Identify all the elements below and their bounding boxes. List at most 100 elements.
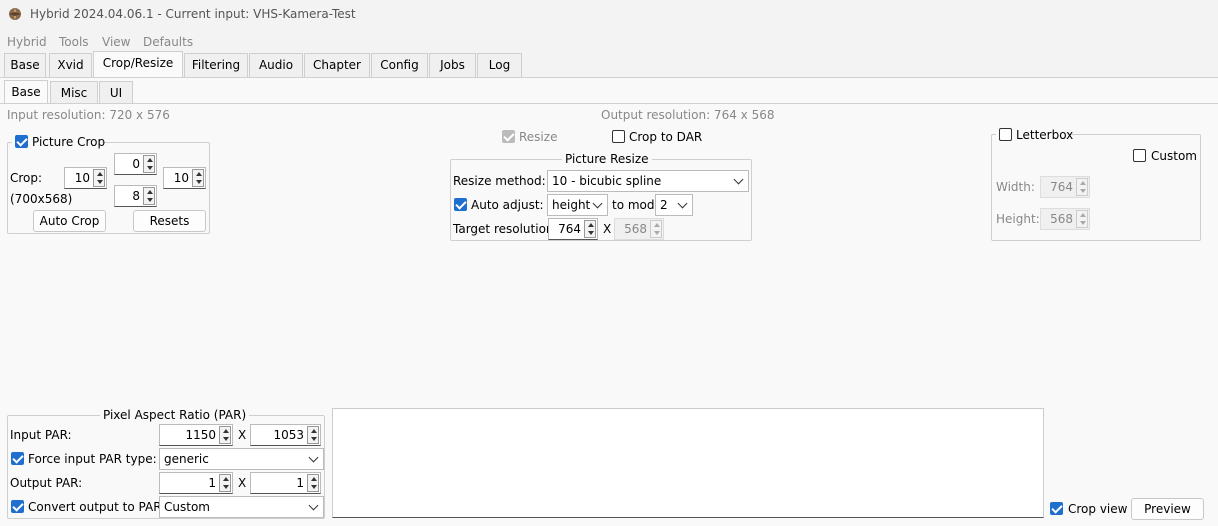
crop-bottom-spinbox[interactable]: 8	[114, 185, 157, 207]
input-par-x-label: X	[238, 428, 247, 442]
crop-label: Crop:	[10, 171, 43, 185]
menu-view[interactable]: View	[102, 35, 130, 49]
chevron-down-icon	[592, 198, 603, 209]
spin-arrows-icon[interactable]	[143, 155, 155, 173]
convert-par-checkbox[interactable]	[11, 500, 24, 513]
letterbox-label: Letterbox	[1016, 128, 1074, 142]
output-resolution: Output resolution: 764 x 568	[601, 108, 775, 122]
output-par-height-spinbox[interactable]: 1	[250, 472, 321, 494]
input-par-width-spinbox[interactable]: 1150	[159, 424, 233, 446]
subtab-misc[interactable]: Misc	[50, 81, 98, 103]
crop-top-spinbox[interactable]: 0	[114, 153, 157, 175]
spin-arrows-icon[interactable]	[219, 474, 231, 492]
letterbox-custom-label: Custom	[1151, 149, 1197, 163]
auto-adjust-select[interactable]: height	[547, 194, 608, 216]
crop-right-spinbox[interactable]: 10	[163, 167, 206, 189]
force-par-select[interactable]: generic	[159, 448, 324, 470]
spin-arrows-icon[interactable]	[192, 169, 204, 187]
crop-view-label: Crop view	[1068, 502, 1128, 516]
crop-top-value: 0	[132, 157, 140, 171]
menu-defaults[interactable]: Defaults	[143, 35, 193, 49]
subtab-base[interactable]: Base	[4, 80, 48, 103]
spin-arrows-icon[interactable]	[219, 426, 231, 444]
convert-par-value: Custom	[164, 500, 210, 514]
crop-view-checkbox[interactable]	[1050, 502, 1063, 515]
tab-chapter[interactable]: Chapter	[304, 53, 370, 77]
crop-size-label: (700x568)	[10, 192, 73, 206]
crop-to-dar-checkbox[interactable]	[612, 130, 625, 143]
sub-tab-bar: Base Misc UI	[4, 80, 144, 104]
output-par-x-label: X	[238, 476, 247, 490]
spin-arrows-icon[interactable]	[93, 169, 105, 187]
letterbox-checkbox[interactable]	[999, 128, 1012, 141]
chevron-down-icon	[733, 174, 744, 185]
crop-left-spinbox[interactable]: 10	[64, 167, 107, 189]
spin-arrows-icon[interactable]	[1076, 210, 1088, 228]
letterbox-height-spinbox[interactable]: 568	[1040, 208, 1090, 230]
force-par-value: generic	[164, 452, 209, 466]
tab-audio[interactable]: Audio	[249, 53, 303, 77]
sub-tab-divider	[0, 103, 1218, 104]
subtab-ui[interactable]: UI	[99, 81, 133, 103]
tab-base[interactable]: Base	[4, 53, 46, 77]
preview-button[interactable]: Preview	[1131, 498, 1204, 520]
auto-adjust-value: height	[552, 198, 591, 212]
resets-button[interactable]: Resets	[133, 210, 206, 232]
resize-checkbox[interactable]	[502, 130, 515, 143]
input-resolution: Input resolution: 720 x 576	[7, 108, 170, 122]
tab-filtering[interactable]: Filtering	[184, 53, 248, 77]
chevron-down-icon	[677, 198, 688, 209]
window-title: Hybrid 2024.04.06.1 - Current input: VHS…	[30, 7, 356, 21]
mod-select[interactable]: 2	[655, 194, 693, 216]
spin-arrows-icon[interactable]	[143, 187, 155, 205]
menu-hybrid[interactable]: Hybrid	[7, 35, 47, 49]
spin-arrows-icon[interactable]	[584, 220, 596, 238]
convert-par-select[interactable]: Custom	[159, 496, 324, 518]
tab-jobs[interactable]: Jobs	[429, 53, 476, 77]
output-par-label: Output PAR:	[10, 476, 83, 490]
resize-label: Resize	[519, 130, 558, 144]
target-height-value: 568	[624, 222, 647, 236]
output-par-width-value: 1	[208, 476, 216, 490]
force-par-checkbox[interactable]	[11, 452, 24, 465]
target-resolution-label: Target resolution:	[453, 222, 558, 236]
input-par-height-value: 1053	[273, 428, 304, 442]
title-bar: Hybrid 2024.04.06.1 - Current input: VHS…	[0, 0, 1218, 30]
spin-arrows-icon[interactable]	[307, 474, 319, 492]
input-par-height-spinbox[interactable]: 1053	[250, 424, 321, 446]
target-height-spinbox[interactable]: 568	[614, 218, 664, 240]
auto-crop-button[interactable]: Auto Crop	[33, 210, 106, 232]
resize-method-select[interactable]: 10 - bicubic spline	[547, 170, 749, 192]
crop-right-value: 10	[173, 171, 189, 185]
auto-adjust-checkbox[interactable]	[454, 198, 467, 211]
resize-method-label: Resize method:	[453, 174, 546, 188]
tab-log[interactable]: Log	[477, 53, 522, 77]
chevron-down-icon	[308, 500, 319, 511]
input-par-width-value: 1150	[185, 428, 216, 442]
spin-arrows-icon[interactable]	[650, 220, 662, 238]
target-width-spinbox[interactable]: 764	[548, 218, 598, 240]
par-group-label: Pixel Aspect Ratio (PAR)	[100, 408, 250, 422]
resize-method-value: 10 - bicubic spline	[552, 174, 662, 188]
spin-arrows-icon[interactable]	[1076, 178, 1088, 196]
letterbox-custom-checkbox[interactable]	[1133, 149, 1146, 162]
spin-arrows-icon[interactable]	[307, 426, 319, 444]
picture-resize-label: Picture Resize	[562, 152, 652, 166]
tab-config[interactable]: Config	[371, 53, 428, 77]
to-mod-label: to mod	[612, 198, 655, 212]
main-tab-bar: Base Xvid Crop/Resize Filtering Audio Ch…	[4, 51, 524, 77]
picture-crop-checkbox[interactable]	[15, 135, 28, 148]
preview-area[interactable]	[332, 408, 1044, 518]
menu-tools[interactable]: Tools	[59, 35, 89, 49]
mod-value: 2	[660, 198, 668, 212]
menu-bar: Hybrid Tools View Defaults	[0, 32, 1218, 52]
letterbox-width-label: Width:	[996, 180, 1035, 194]
output-par-height-value: 1	[296, 476, 304, 490]
auto-adjust-label: Auto adjust:	[471, 198, 544, 212]
force-par-label: Force input PAR type:	[28, 452, 157, 466]
letterbox-width-spinbox[interactable]: 764	[1040, 176, 1090, 198]
tab-xvid[interactable]: Xvid	[49, 53, 92, 77]
tab-crop-resize[interactable]: Crop/Resize	[93, 51, 183, 77]
output-par-width-spinbox[interactable]: 1	[159, 472, 233, 494]
letterbox-height-value: 568	[1050, 212, 1073, 226]
